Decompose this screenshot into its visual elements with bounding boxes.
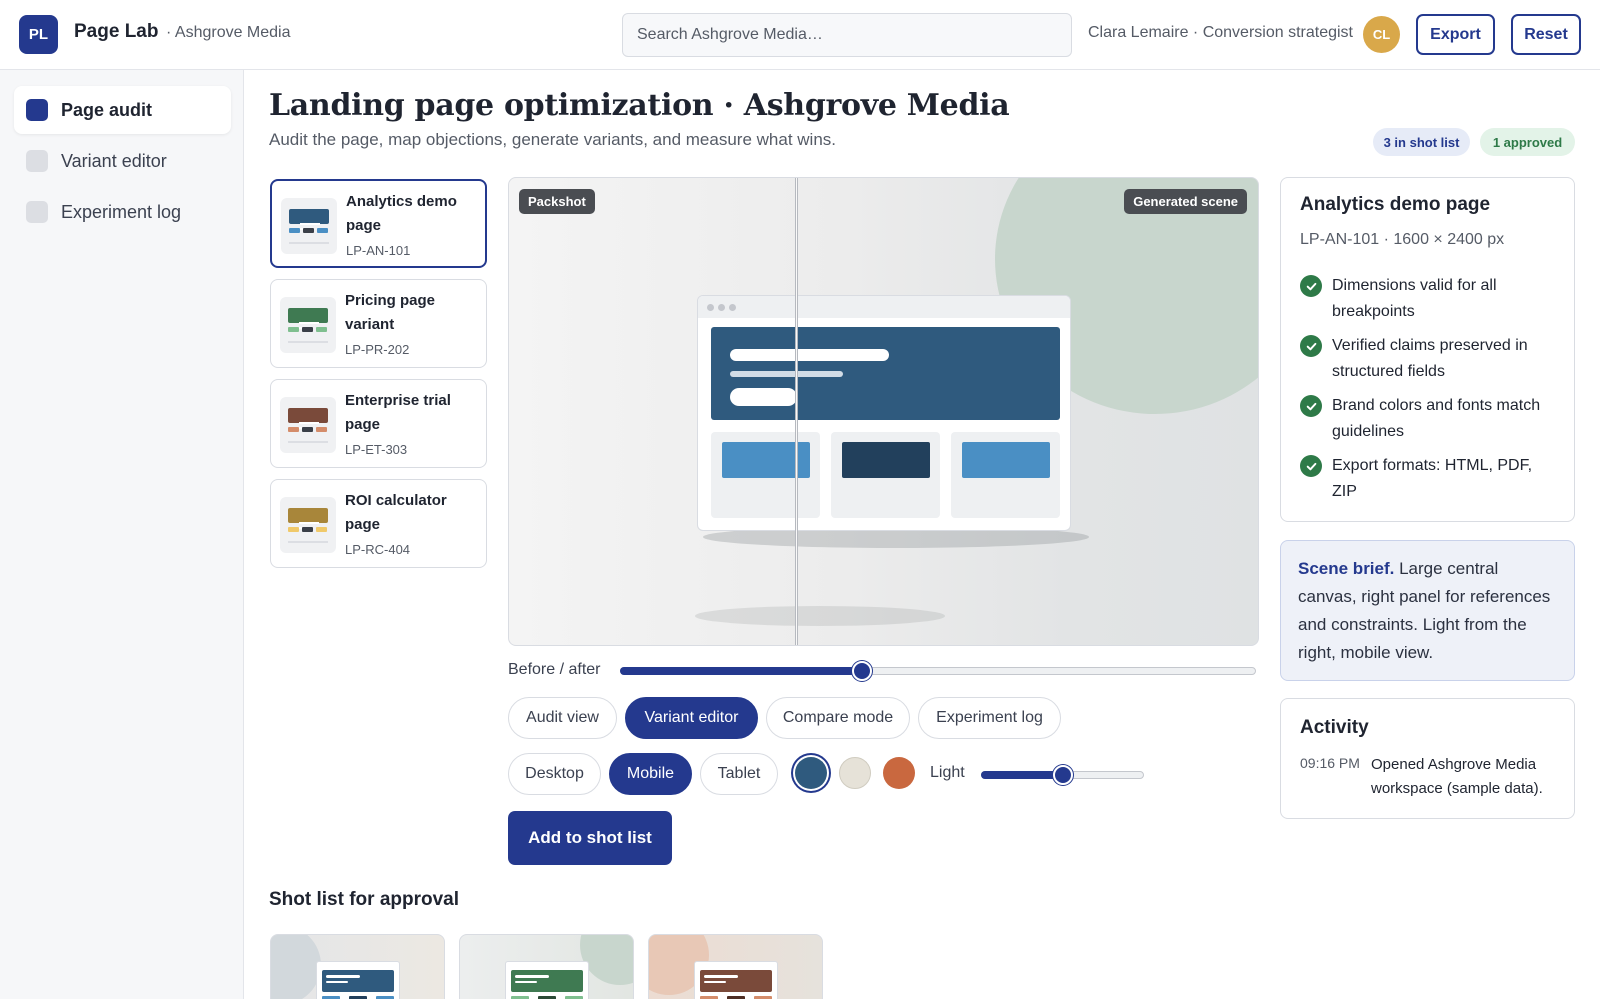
before-after-slider-handle[interactable] <box>852 661 872 681</box>
app-logo: PL <box>19 15 58 54</box>
page-thumbnail <box>280 497 336 553</box>
add-to-shot-list-button[interactable]: Add to shot list <box>508 811 672 865</box>
page-id: LP-ET-303 <box>345 442 408 457</box>
light-label: Light <box>930 764 965 781</box>
color-swatch-orange[interactable] <box>883 757 915 789</box>
top-bar: PL Page Lab · Ashgrove Media Clara Lemai… <box>0 0 1600 70</box>
app-title: Page Lab <box>74 21 159 42</box>
check-text: Brand colors and fonts match guidelines <box>1332 397 1541 440</box>
reset-button[interactable]: Reset <box>1511 14 1581 55</box>
page-mockup <box>697 295 1071 531</box>
export-button[interactable]: Export <box>1416 14 1495 55</box>
before-after-divider[interactable] <box>795 178 798 645</box>
check-icon <box>1300 275 1322 297</box>
shot-list-item[interactable] <box>270 934 445 999</box>
page-list-item[interactable]: Enterprise trial page LP-ET-303 <box>270 379 487 468</box>
page-list-item[interactable]: ROI calculator page LP-RC-404 <box>270 479 487 568</box>
device-mobile[interactable]: Mobile <box>609 753 692 795</box>
workspace-name: · Ashgrove Media <box>166 24 291 41</box>
page-audit-icon <box>26 99 48 121</box>
check-item: Verified claims preserved in structured … <box>1300 333 1555 385</box>
mockup-column <box>711 432 820 518</box>
check-icon <box>1300 455 1322 477</box>
page-thumbnail <box>281 198 337 254</box>
browser-bar <box>698 296 1070 318</box>
scene-brief-lead: Scene brief. <box>1298 559 1395 578</box>
sidebar-item-experiment-log[interactable]: Experiment log <box>14 188 231 236</box>
light-slider-handle[interactable] <box>1053 765 1073 785</box>
page-id: LP-AN-101 <box>346 243 411 258</box>
shot-list-item[interactable] <box>648 934 823 999</box>
check-icon <box>1300 335 1322 357</box>
shot-list-count-badge: 3 in shot list <box>1373 128 1470 156</box>
color-swatch-blue[interactable] <box>795 757 827 789</box>
page-name: Pricing page variant <box>345 292 436 333</box>
check-item: Export formats: HTML, PDF, ZIP <box>1300 453 1555 505</box>
sidebar-item-page-audit[interactable]: Page audit <box>14 86 231 134</box>
shot-list-title: Shot list for approval <box>269 889 460 910</box>
page-id: LP-PR-202 <box>345 342 410 357</box>
preview-canvas[interactable]: Packshot Generated scene <box>508 177 1259 646</box>
page-subtitle: Audit the page, map objections, generate… <box>269 130 837 149</box>
mode-variant-editor[interactable]: Variant editor <box>625 697 758 739</box>
check-item: Brand colors and fonts match guidelines <box>1300 393 1555 445</box>
page-id: LP-RC-404 <box>345 542 411 557</box>
activity-time: 09:16 PM <box>1300 755 1360 771</box>
shot-list-item[interactable] <box>459 934 634 999</box>
sidebar: Page audit Variant editor Experiment log <box>0 70 244 999</box>
activity-text: Opened Ashgrove Media workspace (sample … <box>1371 756 1543 797</box>
page-list-item[interactable]: Pricing page variant LP-PR-202 <box>270 279 487 368</box>
scene-shadow <box>695 606 945 626</box>
check-text: Dimensions valid for all breakpoints <box>1332 277 1497 320</box>
activity-title: Activity <box>1300 717 1369 738</box>
page-details-card: Analytics demo page LP-AN-101 · 1600 × 2… <box>1280 177 1575 522</box>
details-meta: LP-AN-101 · 1600 × 2400 px <box>1300 231 1505 248</box>
scene-brief: Scene brief. Large central canvas, right… <box>1280 540 1575 681</box>
generated-scene-tag: Generated scene <box>1124 189 1247 214</box>
page-title: Landing page optimization · Ashgrove Med… <box>269 88 1010 123</box>
before-after-slider[interactable] <box>620 661 1256 681</box>
activity-card: Activity 09:16 PM Opened Ashgrove Media … <box>1280 698 1575 819</box>
check-text: Verified claims preserved in structured … <box>1332 337 1528 380</box>
page-thumbnail <box>280 397 336 453</box>
sidebar-item-label: Experiment log <box>61 201 182 222</box>
device-desktop[interactable]: Desktop <box>508 753 601 795</box>
details-title: Analytics demo page <box>1300 194 1491 215</box>
mockup-column <box>831 432 940 518</box>
before-after-label: Before / after <box>508 661 601 678</box>
mode-compare[interactable]: Compare mode <box>766 697 910 739</box>
approved-count-badge: 1 approved <box>1480 128 1575 156</box>
check-icon <box>1300 395 1322 417</box>
experiment-log-icon <box>26 201 48 223</box>
page-name: Enterprise trial page <box>345 392 451 433</box>
sidebar-item-variant-editor[interactable]: Variant editor <box>14 137 231 185</box>
page-name: Analytics demo page <box>346 193 457 234</box>
page-list-item[interactable]: Analytics demo page LP-AN-101 <box>270 179 487 268</box>
variant-editor-icon <box>26 150 48 172</box>
avatar[interactable]: CL <box>1363 16 1400 53</box>
mockup-hero <box>711 327 1060 420</box>
search-input[interactable] <box>622 13 1072 57</box>
color-swatch-cream[interactable] <box>839 757 871 789</box>
mode-audit-view[interactable]: Audit view <box>508 697 617 739</box>
check-item: Dimensions valid for all breakpoints <box>1300 273 1555 325</box>
page-thumbnail <box>280 297 336 353</box>
sidebar-item-label: Page audit <box>61 99 153 120</box>
user-name: Clara Lemaire · Conversion strategist <box>1088 24 1353 41</box>
sidebar-item-label: Variant editor <box>61 150 167 171</box>
mockup-column <box>951 432 1060 518</box>
mode-experiment-log[interactable]: Experiment log <box>918 697 1061 739</box>
packshot-tag: Packshot <box>519 189 595 214</box>
device-tablet[interactable]: Tablet <box>700 753 778 795</box>
page-name: ROI calculator page <box>345 492 447 533</box>
check-text: Export formats: HTML, PDF, ZIP <box>1332 457 1533 500</box>
light-slider[interactable] <box>981 765 1144 785</box>
